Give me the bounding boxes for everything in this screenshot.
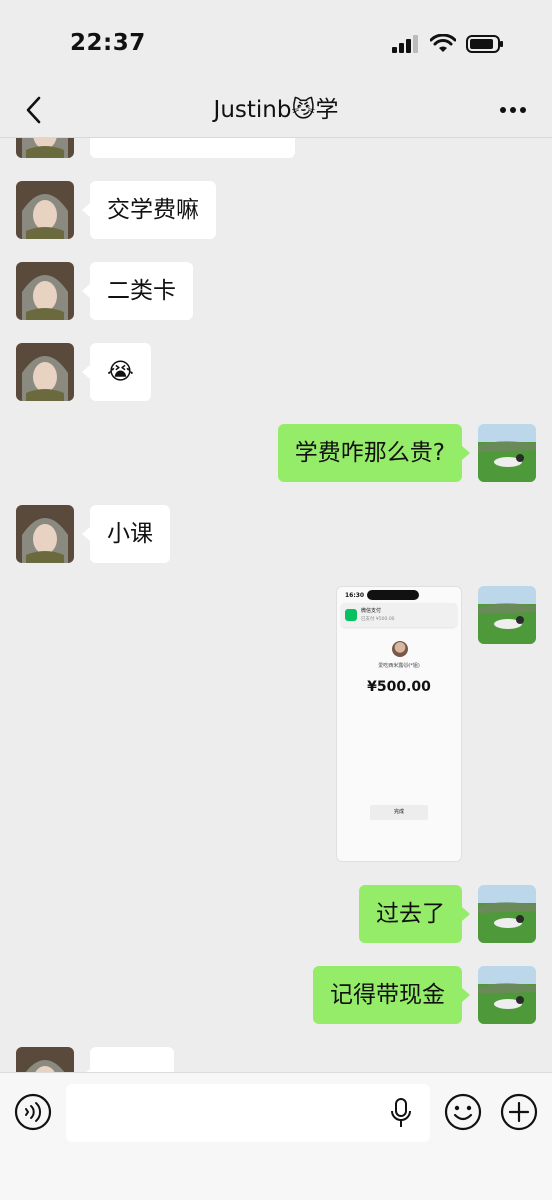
plus-icon bbox=[500, 1093, 538, 1131]
message-bubble[interactable]: 交学费嘛 bbox=[82, 181, 216, 239]
screenshot-amount: ¥500.00 bbox=[367, 679, 431, 695]
my-avatar[interactable] bbox=[478, 966, 536, 1024]
plus-button[interactable] bbox=[500, 1093, 538, 1131]
contact-avatar[interactable] bbox=[16, 262, 74, 320]
message-bubble[interactable] bbox=[82, 1047, 174, 1072]
microphone-icon[interactable] bbox=[389, 1097, 413, 1129]
wifi-icon bbox=[430, 34, 456, 52]
my-avatar[interactable] bbox=[478, 424, 536, 482]
status-icons bbox=[392, 34, 504, 54]
chat-area[interactable]: 交学费嘛 二类卡 😭 学费咋那么贵? 小课 16:30 微信支付 已支付 ¥50… bbox=[0, 138, 552, 1072]
message-bubble[interactable]: 学费咋那么贵? bbox=[277, 424, 471, 482]
screenshot-status-time: 16:30 bbox=[345, 592, 365, 599]
screenshot-notice-body: 已支付 ¥500.00 bbox=[361, 617, 395, 622]
screenshot-notice-title: 微信支付 bbox=[361, 608, 382, 614]
contact-avatar[interactable] bbox=[16, 505, 74, 563]
message-bubble[interactable]: 二类卡 bbox=[82, 262, 193, 320]
voice-button[interactable] bbox=[14, 1093, 52, 1131]
battery-icon bbox=[466, 35, 503, 53]
wechat-pay-icon bbox=[345, 609, 357, 621]
my-avatar[interactable] bbox=[478, 885, 536, 943]
contact-avatar[interactable] bbox=[16, 181, 74, 239]
screenshot-payee-name: 爱吃西米露🐱(*姐) bbox=[378, 663, 420, 669]
my-avatar[interactable] bbox=[478, 586, 536, 644]
screenshot-payee-avatar bbox=[392, 641, 408, 657]
message-bubble[interactable] bbox=[90, 138, 295, 158]
voice-icon bbox=[14, 1093, 52, 1131]
message-bubble[interactable]: 😭 bbox=[82, 343, 151, 401]
more-button[interactable] bbox=[498, 98, 528, 122]
screenshot-done-button: 完成 bbox=[370, 805, 428, 820]
chat-title: Justinb😼学 bbox=[213, 97, 339, 123]
message-bubble[interactable]: 记得带现金 bbox=[313, 966, 470, 1024]
screenshot-dynamic-island bbox=[367, 590, 419, 600]
status-time: 22:37 bbox=[70, 30, 146, 56]
message-input[interactable] bbox=[66, 1084, 430, 1142]
contact-avatar[interactable] bbox=[16, 1047, 74, 1072]
contact-avatar[interactable] bbox=[16, 138, 74, 158]
message-bubble[interactable]: 过去了 bbox=[359, 885, 470, 943]
emoji-button[interactable] bbox=[444, 1093, 482, 1131]
emoji-icon bbox=[444, 1093, 482, 1131]
screenshot-payment-notice: 微信支付 已支付 ¥500.00 bbox=[341, 603, 457, 627]
nav-bar: Justinb😼学 bbox=[0, 82, 552, 138]
status-bar: 22:37 bbox=[0, 0, 552, 90]
payment-screenshot-image[interactable]: 16:30 微信支付 已支付 ¥500.00 爱吃西米露🐱(*姐) ¥500.0… bbox=[336, 586, 462, 862]
contact-avatar[interactable] bbox=[16, 343, 74, 401]
ellipsis-icon bbox=[500, 107, 526, 113]
signal-icon bbox=[392, 35, 418, 53]
message-bubble[interactable]: 小课 bbox=[82, 505, 170, 563]
input-bar bbox=[0, 1072, 552, 1200]
